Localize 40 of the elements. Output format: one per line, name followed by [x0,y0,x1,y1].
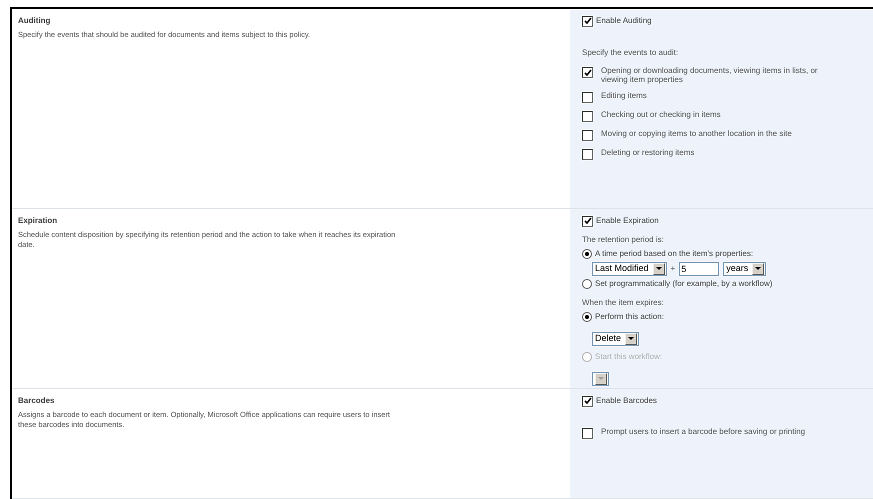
radio-label: Perform this action: [595,311,664,323]
checkbox-label: Prompt users to insert a barcode before saving or printing [601,427,806,436]
dropdown[interactable]: Delete [592,332,640,346]
checkbox[interactable] [582,396,593,406]
checkbox-label: Deleting or restoring items [601,148,694,157]
checkmark-icon [584,68,592,76]
checkbox-label: Checking out or checking in items [601,110,721,119]
unit-dropdown[interactable]: years [723,262,766,276]
checkmark-icon [584,397,592,405]
plus-sign: + [670,263,676,275]
section-title: Expiration [18,215,58,227]
radio-label: Start this workflow: [595,351,662,363]
radio-label: Set programmatically (for example, by a workflow) [595,278,772,290]
number-input[interactable]: 5 [679,262,720,276]
prompt-text: Specify the events to audit: [582,47,680,59]
checkbox-label: Enable Expiration [596,215,659,227]
checkmark-icon [584,217,592,225]
checkbox[interactable] [582,149,593,160]
date-field-dropdown[interactable]: Last Modified [592,262,667,276]
checkbox[interactable] [582,67,593,78]
checkbox-label: Enable Auditing [596,15,652,27]
checkbox-label: Enable Barcodes [596,395,657,407]
radio-button[interactable] [582,249,592,259]
checkbox[interactable] [582,130,593,141]
checkbox[interactable] [582,428,593,439]
checkbox[interactable] [582,216,593,226]
radio-label: A time period based on the item's properties: [595,248,754,260]
section-title: Auditing [18,15,52,27]
checkmark-icon [584,17,592,25]
checkbox-label: Editing items [601,91,647,100]
prompt-text: The retention period is: [582,234,665,246]
checkbox-label: Moving or copying items to another location in the site [601,129,792,138]
section-title: Barcodes [18,395,56,407]
checkbox[interactable] [582,111,593,122]
checkbox-label: Opening or downloading documents, viewing items in lists, or viewing item properties [601,66,819,84]
prompt-text: When the item expires: [582,297,665,309]
checkbox[interactable] [582,16,593,26]
radio-button[interactable] [582,312,592,322]
checkbox[interactable] [582,92,593,103]
radio-button[interactable] [582,279,592,289]
